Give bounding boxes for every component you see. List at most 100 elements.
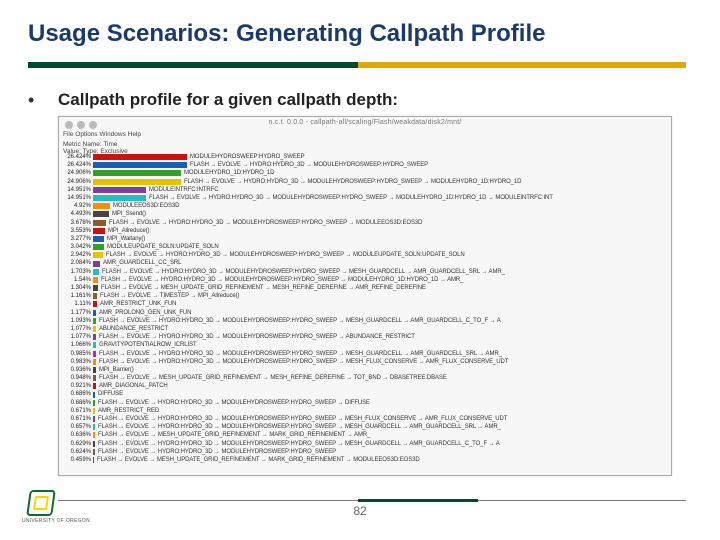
profile-row[interactable]: 1.077%FLASH → EVOLVE → HYDRO:HYDRO_3D → … — [63, 333, 667, 341]
screenshot-panel: n.c.t. 0.0.0 - callpath-all/scaling/Flas… — [58, 116, 672, 476]
row-percent: 0.936% — [63, 366, 93, 374]
row-percent: 0.686% — [63, 399, 93, 407]
profile-row[interactable]: 0.629%FLASH → EVOLVE → HYDRO:HYDRO_3D → … — [63, 440, 667, 448]
row-label: FLASH → EVOLVE → HYDRO:HYDRO_3D → MODULE… — [98, 317, 501, 325]
row-percent: 1.066% — [63, 341, 93, 349]
profile-row[interactable]: 4.92%MODULEEOS3D:EOS3D — [63, 202, 667, 210]
row-percent: 2.942% — [63, 251, 93, 259]
row-label: FLASH → EVOLVE → MESH_UPDATE_GRID_REFINE… — [96, 456, 420, 464]
profile-row[interactable]: 0.636%FLASH → EVOLVE → MESH_UPDATE_GRID_… — [63, 431, 667, 439]
profile-row[interactable]: 2.942% FLASH → EVOLVE → HYDRO:HYDRO_3D → … — [63, 251, 667, 259]
profile-row[interactable]: 26.424% MODULEHYDROSWEEP:HYDRO_SWEEP — [63, 153, 667, 161]
profile-row[interactable]: 0.459%FLASH → EVOLVE → MESH_UPDATE_GRID_… — [63, 456, 667, 464]
slide-title: Usage Scenarios: Generating Callpath Pro… — [28, 20, 545, 48]
row-label: MPI_Allreduce() — [107, 227, 150, 235]
row-percent: 1.093% — [63, 317, 93, 325]
row-label: MPI_Barrier() — [98, 366, 134, 374]
row-bar — [93, 293, 97, 299]
row-percent: 3.678% — [63, 219, 93, 227]
profile-row[interactable]: 1.177% AMR_PROLONG_GEN_UNK_FUN — [63, 309, 667, 317]
window-title: n.c.t. 0.0.0 - callpath-all/scaling/Flas… — [268, 119, 461, 126]
row-label: FLASH → EVOLVE → HYDRO:HYDRO_3D → MODULE… — [189, 161, 428, 169]
profile-row[interactable]: 0.671%AMR_RESTRICT_RED — [63, 407, 667, 415]
row-bar — [93, 392, 95, 398]
row-percent: 1.177% — [63, 309, 93, 317]
row-label: FLASH → EVOLVE → HYDRO:HYDRO_3D → MODULE… — [105, 251, 465, 259]
profile-row[interactable]: 1.304%FLASH → EVOLVE → MESH_UPDATE_GRID_… — [63, 284, 667, 292]
row-bar — [93, 244, 104, 250]
profile-row[interactable]: 24.906% FLASH → EVOLVE → HYDRO:HYDRO_3D →… — [63, 178, 667, 186]
row-percent: 0.985% — [63, 350, 93, 358]
profile-row[interactable]: 0.948%FLASH → EVOLVE → MESH_UPDATE_GRID_… — [63, 374, 667, 382]
row-label: MPI_Ssend() — [111, 210, 146, 218]
row-bar — [93, 236, 104, 242]
profile-row[interactable]: 1.11%AMR_RESTRICT_UNK_FUN — [63, 300, 667, 308]
profile-row[interactable]: 1.066% GRAVITYPOTENTIALROW_ICRLIST — [63, 341, 667, 349]
row-label: FLASH → EVOLVE → HYDRO:HYDRO_3D → MODULE… — [108, 219, 422, 227]
row-percent: 24.906% — [63, 178, 93, 186]
row-label: FLASH → EVOLVE → HYDRO:HYDRO_3D → MODULE… — [100, 276, 463, 284]
row-label: MODULEHYDROSWEEP:HYDRO_SWEEP — [189, 153, 305, 161]
row-percent: 1.11% — [63, 300, 93, 308]
row-label: FLASH → EVOLVE → HYDRO:HYDRO_3D → MODULE… — [183, 178, 521, 186]
row-label: AMR_RESTRICT_RED — [97, 407, 159, 415]
profile-row[interactable]: 1.703%FLASH → EVOLVE → HYDRO:HYDRO_3D → … — [63, 268, 667, 276]
profile-row[interactable]: 3.042%MODULEUPDATE_SOLN:UPDATE_SOLN — [63, 243, 667, 251]
traffic-lights — [65, 121, 97, 129]
row-label: FLASH → EVOLVE → HYDRO:HYDRO_3D → MODULE… — [97, 440, 500, 448]
row-bar — [93, 457, 94, 463]
profile-row[interactable]: 0.624%FLASH → EVOLVE → HYDRO:HYDRO_3D → … — [63, 448, 667, 456]
row-bar — [93, 334, 96, 340]
row-bar — [93, 383, 96, 389]
row-label: MPI_Waitany() — [106, 235, 145, 243]
profile-row[interactable]: 26.424%FLASH → EVOLVE → HYDRO:HYDRO_3D →… — [63, 161, 667, 169]
subheading: Callpath profile for a given callpath de… — [58, 90, 398, 110]
profile-row[interactable]: 0.985%FLASH → EVOLVE → HYDRO:HYDRO_3D → … — [63, 350, 667, 358]
row-label: GRAVITYPOTENTIALROW_ICRLIST — [98, 341, 197, 349]
profile-row[interactable]: 1.077%ABUNDANCE_RESTRICT — [63, 325, 667, 333]
row-bar — [93, 416, 95, 422]
profile-row[interactable]: 1.161%FLASH → EVOLVE → TIMESTEP → MPI_Al… — [63, 292, 667, 300]
row-label: FLASH → EVOLVE → HYDRO:HYDRO_3D → MODULE… — [97, 423, 501, 431]
row-bar — [93, 342, 96, 348]
row-label: FLASH → EVOLVE → MESH_UPDATE_GRID_REFINE… — [97, 431, 370, 439]
row-percent: 14.951% — [63, 194, 93, 202]
row-label: FLASH → EVOLVE → HYDRO:HYDRO_3D → MODULE… — [97, 415, 507, 423]
row-label: FLASH → EVOLVE → MESH_UPDATE_GRID_REFINE… — [98, 374, 447, 382]
page-number: 82 — [353, 504, 366, 518]
row-label: AMR_PROLONG_GEN_UNK_FUN — [98, 309, 191, 317]
profile-row[interactable]: 0.657%FLASH → EVOLVE → HYDRO:HYDRO_3D → … — [63, 423, 667, 431]
profile-row[interactable]: 0.983%FLASH → EVOLVE → HYDRO:HYDRO_3D → … — [63, 358, 667, 366]
row-percent: 0.983% — [63, 358, 93, 366]
profile-row[interactable]: 3.678% FLASH → EVOLVE → HYDRO:HYDRO_3D → … — [63, 219, 667, 227]
profile-row[interactable]: 0.921%AMR_DIAGONAL_PATCH — [63, 382, 667, 390]
row-bar — [93, 203, 110, 209]
profile-row[interactable]: 3.553%MPI_Allreduce() — [63, 227, 667, 235]
menubar[interactable]: File Options Windows Help — [63, 131, 141, 138]
profile-row[interactable]: 24.906%MODULEHYDRO_1D:HYDRO_1D — [63, 169, 667, 177]
profile-row[interactable]: 1.093% FLASH → EVOLVE → HYDRO:HYDRO_3D → … — [63, 317, 667, 325]
row-bar — [93, 318, 96, 324]
row-percent: 0.921% — [63, 382, 93, 390]
row-percent: 0.624% — [63, 448, 93, 456]
profile-row[interactable]: 0.936% MPI_Barrier() — [63, 366, 667, 374]
row-label: MODULEINTRFC:INTRFC — [148, 186, 218, 194]
profile-row[interactable]: 14.951%MODULEINTRFC:INTRFC — [63, 186, 667, 194]
row-bar — [93, 408, 95, 414]
row-label: DIFFUSE — [97, 390, 123, 398]
profile-row[interactable]: 4.493%MPI_Ssend() — [63, 210, 667, 218]
row-bar — [93, 179, 181, 185]
title-rule — [28, 62, 686, 68]
profile-row[interactable]: 1.54%FLASH → EVOLVE → HYDRO:HYDRO_3D → M… — [63, 276, 667, 284]
profile-row[interactable]: 0.671%FLASH → EVOLVE → HYDRO:HYDRO_3D → … — [63, 415, 667, 423]
row-bar — [93, 228, 105, 234]
profile-row[interactable]: 0.686%DIFFUSE — [63, 390, 667, 398]
row-percent: 1.161% — [63, 292, 93, 300]
row-bar — [93, 285, 98, 291]
profile-row[interactable]: 2.084%AMR_GUARDCELL_CC_SRL — [63, 259, 667, 267]
profile-row[interactable]: 3.277%MPI_Waitany() — [63, 235, 667, 243]
profile-row[interactable]: 0.686%FLASH → EVOLVE → HYDRO:HYDRO_3D → … — [63, 399, 667, 407]
footer-rule — [58, 500, 686, 501]
row-percent: 26.424% — [63, 153, 93, 161]
profile-row[interactable]: 14.951%FLASH → EVOLVE → HYDRO:HYDRO_3D →… — [63, 194, 667, 202]
